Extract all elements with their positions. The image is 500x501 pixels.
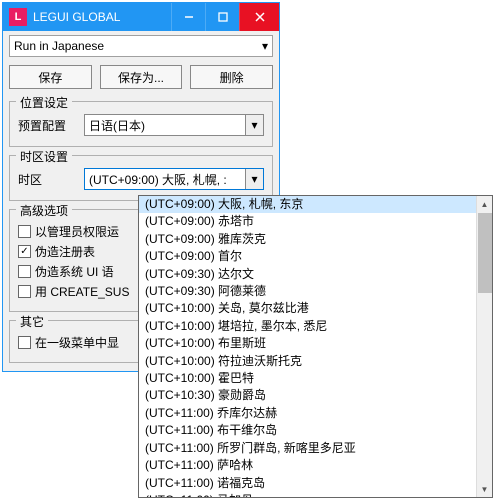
check-label: 在一级菜单中显 [35, 334, 119, 351]
checkbox-icon [18, 225, 31, 238]
scrollbar[interactable]: ▲ ▼ [476, 196, 492, 497]
timezone-value: (UTC+09:00) 大阪, 札幌, : [89, 171, 227, 188]
timezone-select[interactable]: (UTC+09:00) 大阪, 札幌, : ▾ [84, 168, 264, 190]
group-location-title: 位置设定 [16, 94, 72, 111]
timezone-option[interactable]: (UTC+11:00) 马加丹 [139, 492, 492, 498]
scroll-down-icon[interactable]: ▼ [477, 481, 493, 497]
save-as-button[interactable]: 保存为... [100, 65, 183, 89]
timezone-option[interactable]: (UTC+10:30) 豪勋爵岛 [139, 387, 492, 404]
titlebar[interactable]: L LEGUI GLOBAL [3, 3, 279, 31]
preset-select[interactable]: 日语(日本) ▾ [84, 114, 264, 136]
timezone-option[interactable]: (UTC+11:00) 所罗门群岛, 新喀里多尼亚 [139, 440, 492, 457]
timezone-option[interactable]: (UTC+11:00) 乔库尔达赫 [139, 405, 492, 422]
maximize-button[interactable] [205, 3, 239, 31]
scroll-up-icon[interactable]: ▲ [477, 196, 493, 212]
group-advanced-title: 高级选项 [16, 202, 72, 219]
preset-label: 预置配置 [18, 117, 78, 134]
timezone-dropdown-list[interactable]: (UTC+09:00) 大阪, 札幌, 东京(UTC+09:00) 赤塔市(UT… [138, 195, 493, 498]
timezone-option[interactable]: (UTC+11:00) 诺福克岛 [139, 475, 492, 492]
check-label: 伪造注册表 [35, 243, 95, 260]
timezone-option[interactable]: (UTC+10:00) 关岛, 莫尔兹比港 [139, 300, 492, 317]
minimize-button[interactable] [171, 3, 205, 31]
group-location: 位置设定 预置配置 日语(日本) ▾ [9, 101, 273, 147]
app-icon: L [9, 8, 27, 26]
timezone-option[interactable]: (UTC+10:00) 布里斯班 [139, 335, 492, 352]
timezone-option[interactable]: (UTC+09:30) 达尔文 [139, 266, 492, 283]
window-title: LEGUI GLOBAL [33, 10, 171, 24]
timezone-option[interactable]: (UTC+09:00) 大阪, 札幌, 东京 [139, 196, 492, 213]
delete-button[interactable]: 删除 [190, 65, 273, 89]
timezone-option[interactable]: (UTC+09:00) 首尔 [139, 248, 492, 265]
checkbox-icon [18, 336, 31, 349]
timezone-option[interactable]: (UTC+09:00) 赤塔市 [139, 213, 492, 230]
timezone-option[interactable]: (UTC+11:00) 布干维尔岛 [139, 422, 492, 439]
group-misc-title: 其它 [16, 313, 48, 330]
checkbox-icon: ✓ [18, 245, 31, 258]
check-label: 用 CREATE_SUS [35, 283, 129, 300]
timezone-option[interactable]: (UTC+10:00) 堪培拉, 墨尔本, 悉尼 [139, 318, 492, 335]
timezone-label: 时区 [18, 171, 78, 188]
timezone-option[interactable]: (UTC+10:00) 霍巴特 [139, 370, 492, 387]
preset-value: 日语(日本) [89, 117, 145, 134]
chevron-down-icon: ▾ [245, 115, 263, 135]
chevron-down-icon: ▾ [262, 39, 268, 53]
timezone-option[interactable]: (UTC+10:00) 符拉迪沃斯托克 [139, 353, 492, 370]
check-label: 伪造系统 UI 语 [35, 263, 114, 280]
check-label: 以管理员权限运 [35, 223, 119, 240]
scrollbar-thumb[interactable] [478, 213, 492, 293]
timezone-option[interactable]: (UTC+11:00) 萨哈林 [139, 457, 492, 474]
chevron-down-icon: ▾ [245, 169, 263, 189]
run-mode-value: Run in Japanese [14, 39, 104, 53]
checkbox-icon [18, 265, 31, 278]
group-timezone-title: 时区设置 [16, 148, 72, 165]
close-button[interactable] [239, 3, 279, 31]
timezone-option[interactable]: (UTC+09:00) 雅库茨克 [139, 231, 492, 248]
run-mode-select[interactable]: Run in Japanese ▾ [9, 35, 273, 57]
save-button[interactable]: 保存 [9, 65, 92, 89]
checkbox-icon [18, 285, 31, 298]
timezone-option[interactable]: (UTC+09:30) 阿德莱德 [139, 283, 492, 300]
